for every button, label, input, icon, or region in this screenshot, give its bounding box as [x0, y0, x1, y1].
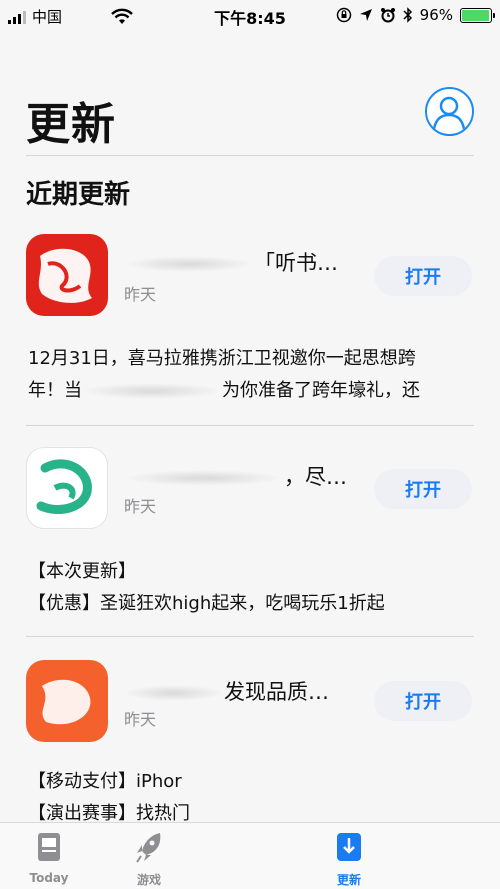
- tab-today[interactable]: Today: [4, 823, 94, 889]
- alarm-icon: [380, 8, 395, 23]
- release-notes: 【移动支付】iPhor 【演出赛事】找热门: [28, 771, 190, 824]
- app-update-date: 昨天: [124, 497, 157, 516]
- app-icon[interactable]: [26, 234, 108, 316]
- app-name: ，尽…: [124, 461, 347, 491]
- item-divider: [26, 425, 474, 426]
- tab-bar: Today 游戏 更新: [0, 822, 500, 889]
- bluetooth-icon: [403, 7, 412, 23]
- battery-percent: 96%: [419, 6, 453, 24]
- status-bar: 中国 下午8:45 96%: [0, 0, 500, 30]
- app-update-date: 昨天: [124, 710, 157, 729]
- battery-icon: [460, 7, 495, 23]
- updates-download-icon: [337, 833, 361, 861]
- app-name: 「听书…: [124, 247, 338, 277]
- app-name: 发现品质…: [124, 676, 329, 706]
- rotation-lock-icon: [336, 7, 351, 23]
- rocket-icon: [136, 833, 161, 863]
- release-notes: 【本次更新】 【优惠】圣诞狂欢high起来，吃喝玩乐1折起: [28, 561, 385, 614]
- tab-games[interactable]: 游戏: [104, 823, 194, 889]
- header-divider: [26, 155, 474, 156]
- today-icon: [38, 833, 60, 861]
- tab-updates[interactable]: 更新: [304, 823, 394, 889]
- open-button[interactable]: 打开: [374, 681, 472, 721]
- open-button[interactable]: 打开: [374, 469, 472, 509]
- section-title: 近期更新: [26, 180, 131, 210]
- status-icons: 96%: [336, 6, 495, 24]
- app-icon[interactable]: [26, 447, 108, 529]
- open-button[interactable]: 打开: [374, 256, 472, 296]
- app-icon[interactable]: [26, 660, 108, 742]
- page-title: 更新: [26, 99, 116, 150]
- release-notes: 12月31日，喜马拉雅携浙江卫视邀你一起思想跨 年！当 为你准备了跨年壕礼，还: [28, 348, 420, 401]
- person-circle-icon[interactable]: [425, 87, 474, 136]
- location-arrow-icon: [359, 9, 372, 21]
- item-divider: [26, 636, 474, 637]
- app-update-date: 昨天: [124, 285, 157, 304]
